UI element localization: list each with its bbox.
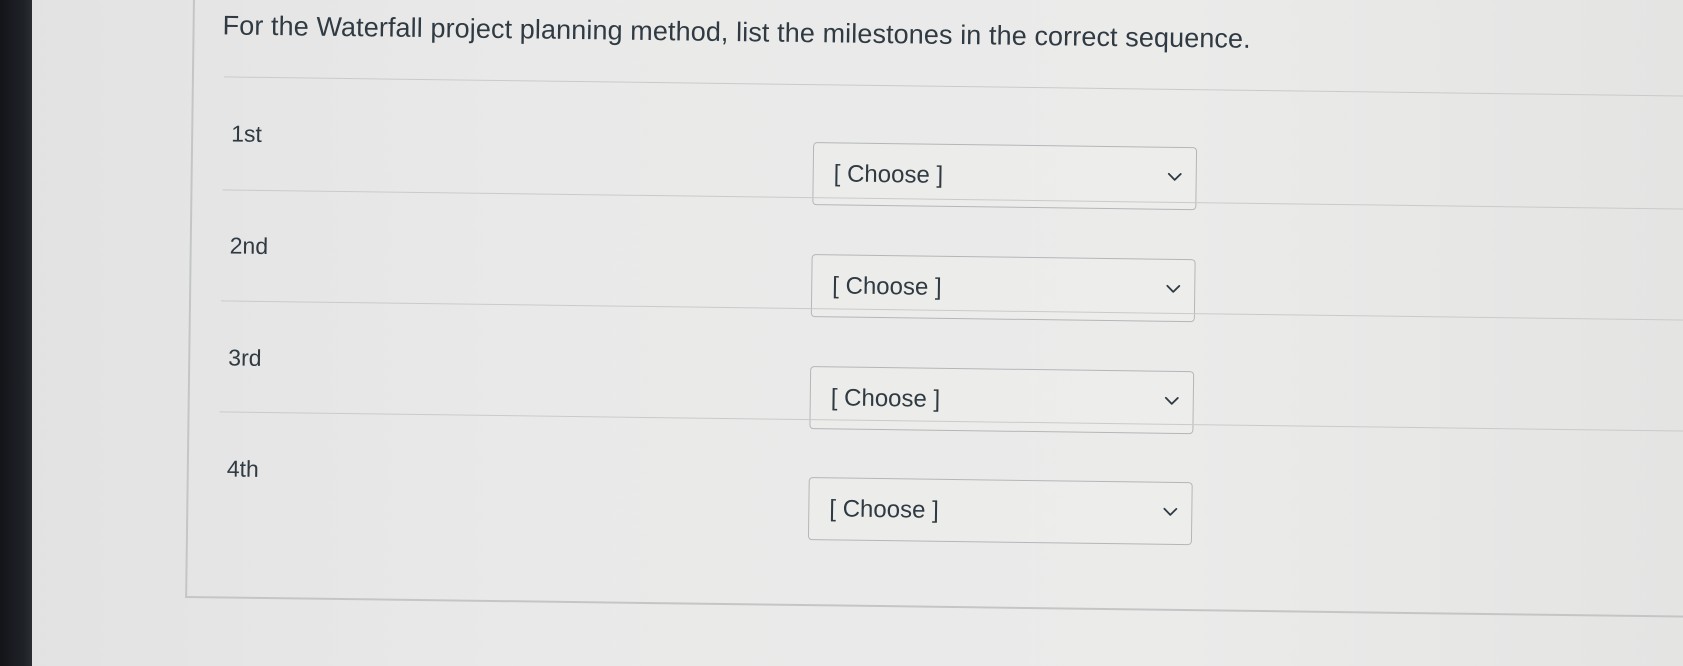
ordinal-label: 2nd xyxy=(229,232,269,260)
ordinal-label: 4th xyxy=(226,455,259,482)
select-value: [ Choose ] xyxy=(830,384,941,413)
ordinal-label: 1st xyxy=(231,120,263,147)
divider xyxy=(223,76,1683,97)
select-value: [ Choose ] xyxy=(829,495,939,524)
chevron-down-icon xyxy=(1163,507,1178,516)
chevron-down-icon xyxy=(1164,396,1179,405)
match-row-1: 1st [ Choose ] xyxy=(192,94,1683,224)
question-text: For the Waterfall project planning metho… xyxy=(222,10,1251,54)
chevron-down-icon xyxy=(1166,284,1181,293)
milestone-select-4[interactable]: [ Choose ] xyxy=(807,477,1193,546)
select-value: [ Choose ] xyxy=(833,160,944,189)
chevron-down-icon xyxy=(1167,172,1182,181)
ordinal-label: 3rd xyxy=(228,344,262,371)
match-row-4: 4th [ Choose ] xyxy=(188,429,1683,559)
question-card: For the Waterfall project planning metho… xyxy=(185,0,1683,618)
screen-left-edge xyxy=(0,0,32,666)
select-value: [ Choose ] xyxy=(832,272,942,301)
